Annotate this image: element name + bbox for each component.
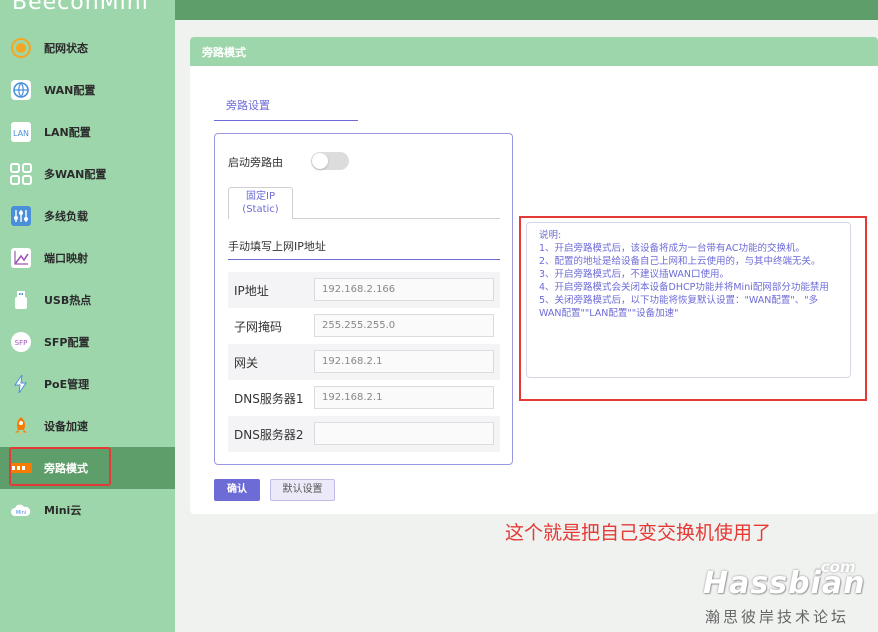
manual-ip-underline bbox=[228, 259, 500, 260]
sidebar-item-label: WAN配置 bbox=[44, 84, 96, 97]
sidebar-item-multi-wan[interactable]: 多WAN配置 bbox=[0, 153, 175, 195]
globe-icon bbox=[10, 79, 32, 101]
gateway-row: 网关 192.168.2.1 bbox=[228, 344, 500, 380]
card-title: 旁路模式 bbox=[202, 46, 246, 59]
tab-bypass-settings[interactable]: 旁路设置 bbox=[214, 97, 358, 121]
sidebar-item-lan[interactable]: LAN LAN配置 bbox=[0, 111, 175, 153]
lan-icon: LAN bbox=[10, 121, 32, 143]
tab-static-ip-line2: (Static) bbox=[242, 204, 279, 215]
enable-bypass-label: 启动旁路由 bbox=[228, 156, 283, 169]
watermark-logo: Hassbian bbox=[703, 566, 866, 601]
notes-line: 1、开启旁路模式后，该设备将成为一台带有AC功能的交换机。 bbox=[539, 243, 806, 254]
notes-line: 3、开启旁路模式后，不建议插WAN口使用。 bbox=[539, 269, 730, 280]
dns1-input[interactable]: 192.168.2.1 bbox=[314, 386, 494, 409]
sidebar-item-label: 多线负载 bbox=[44, 210, 88, 223]
tab-static-ip[interactable]: 固定IP (Static) bbox=[228, 187, 293, 219]
sidebar-item-label: USB热点 bbox=[44, 294, 92, 307]
ip-address-input[interactable]: 192.168.2.166 bbox=[314, 278, 494, 301]
notes-heading: 说明: bbox=[539, 230, 562, 241]
subnet-mask-row: 子网掩码 255.255.255.0 bbox=[228, 308, 500, 344]
subnet-mask-input[interactable]: 255.255.255.0 bbox=[314, 314, 494, 337]
notes-line: 4、开启旁路模式会关闭本设备DHCP功能并将Mini配网部分功能禁用 bbox=[539, 282, 829, 293]
multi-wan-icon bbox=[10, 163, 32, 185]
sidebar-item-label: PoE管理 bbox=[44, 378, 90, 391]
usb-icon bbox=[10, 289, 32, 311]
brand-logo: BeeconMini bbox=[12, 0, 149, 15]
svg-text:SFP: SFP bbox=[15, 339, 28, 347]
sidebar-item-port-mapping[interactable]: 端口映射 bbox=[0, 237, 175, 279]
reset-default-button[interactable]: 默认设置 bbox=[270, 479, 335, 501]
card-header: 旁路模式 bbox=[190, 37, 878, 66]
dns2-input[interactable] bbox=[314, 422, 494, 445]
notes-box: 说明: 1、开启旁路模式后，该设备将成为一台带有AC功能的交换机。 2、配置的地… bbox=[526, 222, 851, 378]
ip-address-row: IP地址 192.168.2.166 bbox=[228, 272, 500, 308]
tab-static-ip-line1: 固定IP bbox=[246, 191, 275, 202]
ip-address-label: IP地址 bbox=[234, 284, 269, 298]
network-status-icon bbox=[10, 37, 32, 59]
port-map-icon bbox=[10, 247, 32, 269]
sidebar-item-wan[interactable]: WAN配置 bbox=[0, 69, 175, 111]
sidebar-item-label: 多WAN配置 bbox=[44, 168, 107, 181]
dns2-label: DNS服务器2 bbox=[234, 428, 304, 442]
sidebar-item-poe[interactable]: PoE管理 bbox=[0, 363, 175, 405]
sidebar-item-load-balance[interactable]: 多线负载 bbox=[0, 195, 175, 237]
sidebar-item-label: 配网状态 bbox=[44, 42, 88, 55]
enable-bypass-toggle[interactable] bbox=[311, 152, 349, 170]
active-item-highlight bbox=[9, 447, 111, 486]
sidebar-item-label: 端口映射 bbox=[44, 252, 88, 265]
sliders-icon bbox=[10, 205, 32, 227]
sidebar-item-sfp[interactable]: SFP SFP配置 bbox=[0, 321, 175, 363]
annotation-caption: 这个就是把自己变交换机使用了 bbox=[505, 522, 772, 544]
dns1-row: DNS服务器1 192.168.2.1 bbox=[228, 380, 500, 416]
dns1-label: DNS服务器1 bbox=[234, 392, 304, 406]
gateway-input[interactable]: 192.168.2.1 bbox=[314, 350, 494, 373]
sidebar-item-acceleration[interactable]: 设备加速 bbox=[0, 405, 175, 447]
sidebar-item-label: 设备加速 bbox=[44, 420, 88, 433]
subnet-mask-label: 子网掩码 bbox=[234, 320, 283, 334]
sidebar-item-mini-cloud[interactable]: Mini Mini云 bbox=[0, 489, 175, 531]
tab-divider bbox=[293, 218, 500, 219]
poe-bolt-icon bbox=[10, 373, 32, 395]
cloud-icon: Mini bbox=[10, 499, 32, 521]
sidebar: BeeconMini 配网状态 WAN配置 LAN LAN配置 多WAN配置 多… bbox=[0, 0, 175, 632]
sidebar-item-network-status[interactable]: 配网状态 bbox=[0, 27, 175, 69]
dns2-row: DNS服务器2 bbox=[228, 416, 500, 452]
svg-text:Mini: Mini bbox=[16, 510, 26, 516]
sidebar-item-label: LAN配置 bbox=[44, 126, 91, 139]
sidebar-item-label: SFP配置 bbox=[44, 336, 90, 349]
manual-ip-title: 手动填写上网IP地址 bbox=[228, 240, 326, 253]
sfp-icon: SFP bbox=[10, 331, 32, 353]
confirm-button[interactable]: 确认 bbox=[214, 479, 260, 501]
sidebar-item-label: Mini云 bbox=[44, 504, 82, 517]
rocket-icon bbox=[10, 415, 32, 437]
top-bar bbox=[175, 0, 878, 20]
sidebar-item-usb-hotspot[interactable]: USB热点 bbox=[0, 279, 175, 321]
watermark-subtitle: 瀚思彼岸技术论坛 bbox=[705, 608, 850, 626]
svg-text:LAN: LAN bbox=[13, 129, 29, 138]
notes-line: 2、配置的地址是给设备自己上网和上云使用的，与其中终端无关。 bbox=[539, 256, 821, 267]
gateway-label: 网关 bbox=[234, 356, 259, 370]
notes-line: 5、关闭旁路模式后，以下功能将恢复默认设置："WAN配置"、"多WAN配置""L… bbox=[539, 295, 819, 319]
tab-label: 旁路设置 bbox=[226, 99, 270, 112]
